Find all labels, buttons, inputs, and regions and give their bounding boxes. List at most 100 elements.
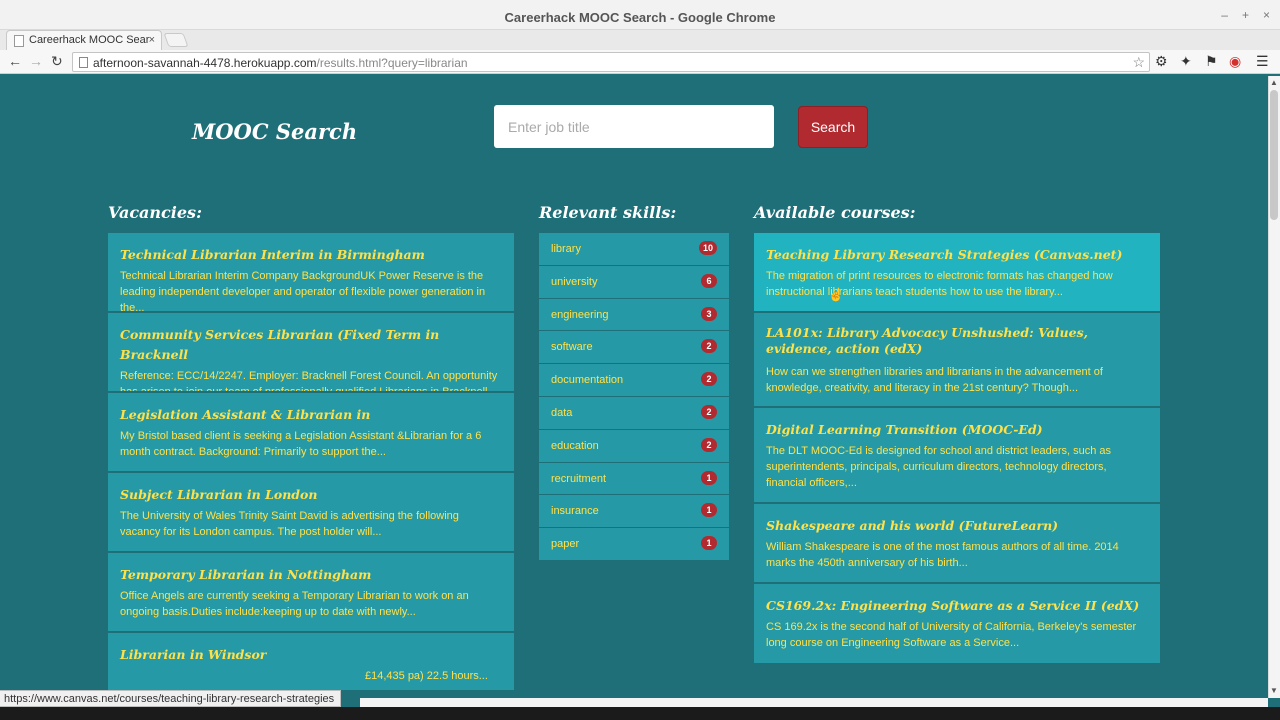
vacancy-description: £14,435 pa) 22.5 hours... [365, 670, 488, 682]
skill-item[interactable]: paper 1 [539, 528, 729, 561]
maximize-icon[interactable]: + [1242, 8, 1249, 22]
vacancies-list: Technical Librarian Interim in Birmingha… [108, 233, 514, 690]
link-status-bar: https://www.canvas.net/courses/teaching-… [0, 690, 342, 707]
skill-label: university [551, 275, 598, 288]
vacancy-description: The University of Wales Trinity Saint Da… [120, 510, 459, 538]
skill-count-badge: 2 [701, 339, 717, 354]
gear-icon[interactable]: ⚙ [1155, 53, 1168, 70]
skill-label: software [551, 341, 593, 354]
skill-item[interactable]: insurance 1 [539, 495, 729, 529]
page-favicon-icon [14, 35, 24, 47]
vacancies-heading: Vacancies: [108, 203, 202, 222]
course-title[interactable]: Shakespeare and his world (FutureLearn) [766, 516, 1148, 536]
vacancy-card[interactable]: Subject Librarian in London The Universi… [108, 473, 514, 553]
course-description: William Shakespeare is one of the most f… [766, 541, 1119, 569]
vacancy-title[interactable]: Subject Librarian in London [120, 485, 502, 505]
skill-item[interactable]: software 2 [539, 331, 729, 365]
site-logo[interactable]: MOOC Search [192, 119, 357, 144]
skill-item[interactable]: recruitment 1 [539, 462, 729, 496]
course-card[interactable]: LA101x: Library Advocacy Unshushed: Valu… [754, 313, 1160, 408]
close-window-icon[interactable]: × [1263, 8, 1270, 22]
course-description: The DLT MOOC-Ed is designed for school a… [766, 445, 1112, 489]
minimize-icon[interactable]: – [1221, 8, 1228, 22]
skill-count-badge: 1 [701, 536, 717, 551]
skill-count-badge: 2 [701, 372, 717, 387]
course-card[interactable]: Digital Learning Transition (MOOC-Ed) Th… [754, 408, 1160, 504]
new-tab-button[interactable] [163, 33, 189, 47]
adblock-stop-icon[interactable]: ◉ [1229, 53, 1241, 70]
skill-label: library [551, 243, 581, 255]
bookmark-star-icon[interactable]: ☆ [1132, 54, 1145, 71]
skill-count-badge: 3 [701, 306, 717, 321]
extension-shield-icon[interactable]: ⚑ [1205, 53, 1218, 70]
skill-item[interactable]: education 2 [539, 429, 729, 463]
skill-count-badge: 1 [701, 503, 717, 518]
vacancy-description: My Bristol based client is seeking a Leg… [120, 430, 482, 458]
course-card[interactable]: CS169.2x: Engineering Software as a Serv… [754, 584, 1160, 663]
search-button[interactable]: Search [798, 106, 868, 148]
hand-cursor-icon: ☝ [828, 287, 845, 302]
skill-count-badge: 1 [701, 470, 717, 485]
skill-item[interactable]: engineering 3 [539, 298, 729, 332]
scroll-up-arrow-icon[interactable]: ▲ [1270, 78, 1278, 87]
vacancy-description: Reference: ECC/14/2247. Employer: Brackn… [120, 370, 498, 393]
browser-toolbar: ← → ↻ afternoon-savannah-4478.herokuapp.… [0, 50, 1280, 74]
skill-label: paper [551, 538, 580, 551]
vacancy-card[interactable]: Community Services Librarian (Fixed Term… [108, 313, 514, 393]
vacancy-title[interactable]: Legislation Assistant & Librarian in [120, 405, 502, 425]
window-title: Careerhack MOOC Search - Google Chrome [504, 10, 776, 25]
course-description: CS 169.2x is the second half of Universi… [766, 621, 1137, 649]
skill-item[interactable]: university 6 [539, 265, 729, 299]
course-title[interactable]: Digital Learning Transition (MOOC-Ed) [766, 420, 1148, 440]
course-title[interactable]: LA101x: Library Advocacy Unshushed: Valu… [766, 325, 1148, 357]
back-arrow-icon[interactable]: ← [8, 53, 22, 69]
vacancy-title[interactable]: Community Services Librarian (Fixed Term… [120, 325, 502, 365]
forward-arrow-icon[interactable]: → [29, 53, 43, 69]
page-icon [79, 57, 88, 68]
tab-label: Careerhack MOOC Sear [29, 34, 150, 46]
url-host: afternoon-savannah-4478.herokuapp.com [93, 56, 317, 70]
vacancy-title[interactable]: Technical Librarian Interim in Birmingha… [120, 245, 502, 265]
course-description: How can we strengthen libraries and libr… [766, 366, 1103, 394]
job-title-search-input[interactable] [494, 105, 774, 148]
window-titlebar: Careerhack MOOC Search - Google Chrome –… [0, 0, 1280, 30]
courses-list: Teaching Library Research Strategies (Ca… [754, 233, 1160, 663]
skill-count-badge: 2 [701, 404, 717, 419]
vacancy-card[interactable]: Legislation Assistant & Librarian in My … [108, 393, 514, 473]
skill-label: insurance [551, 505, 599, 518]
vacancy-card[interactable]: Librarian in Windsor £14,435 pa) 22.5 ho… [108, 633, 514, 690]
extension-puzzle-icon[interactable]: ✦ [1180, 53, 1192, 70]
vacancy-title[interactable]: Temporary Librarian in Nottingham [120, 565, 502, 585]
course-title[interactable]: Teaching Library Research Strategies (Ca… [766, 245, 1148, 265]
scrollbar-thumb[interactable] [1270, 90, 1278, 220]
skill-item[interactable]: library 10 [539, 233, 729, 266]
skills-heading: Relevant skills: [539, 203, 677, 222]
url-path: /results.html?query=librarian [316, 56, 468, 70]
courses-heading: Available courses: [754, 203, 916, 222]
skill-item[interactable]: data 2 [539, 396, 729, 430]
vacancy-title[interactable]: Librarian in Windsor [120, 645, 502, 665]
course-card[interactable]: Shakespeare and his world (FutureLearn) … [754, 504, 1160, 584]
vacancy-card[interactable]: Temporary Librarian in Nottingham Office… [108, 553, 514, 633]
reload-icon[interactable]: ↻ [51, 53, 63, 70]
browser-tab[interactable]: Careerhack MOOC Sear × [6, 30, 162, 50]
course-title[interactable]: CS169.2x: Engineering Software as a Serv… [766, 596, 1148, 616]
skill-label: education [551, 439, 599, 452]
skill-item[interactable]: documentation 2 [539, 364, 729, 397]
skill-label: engineering [551, 308, 609, 321]
taskbar-strip [0, 707, 1280, 720]
skill-label: recruitment [551, 472, 607, 485]
vacancy-description: Office Angels are currently seeking a Te… [120, 590, 469, 618]
scroll-down-arrow-icon[interactable]: ▼ [1270, 686, 1278, 695]
skill-label: documentation [551, 374, 624, 387]
skill-count-badge: 10 [698, 241, 717, 255]
close-tab-icon[interactable]: × [149, 34, 155, 46]
course-description: The migration of print resources to elec… [766, 270, 1113, 298]
address-bar[interactable]: afternoon-savannah-4478.herokuapp.com/re… [72, 52, 1150, 72]
vacancy-card[interactable]: Technical Librarian Interim in Birmingha… [108, 233, 514, 313]
window-controls: – + × [1221, 8, 1270, 22]
skill-count-badge: 2 [701, 437, 717, 452]
chrome-menu-icon[interactable]: ☰ [1256, 53, 1269, 70]
course-card[interactable]: Teaching Library Research Strategies (Ca… [754, 233, 1160, 313]
skills-list: library 10 university 6 engineering 3 softw… [539, 233, 729, 561]
